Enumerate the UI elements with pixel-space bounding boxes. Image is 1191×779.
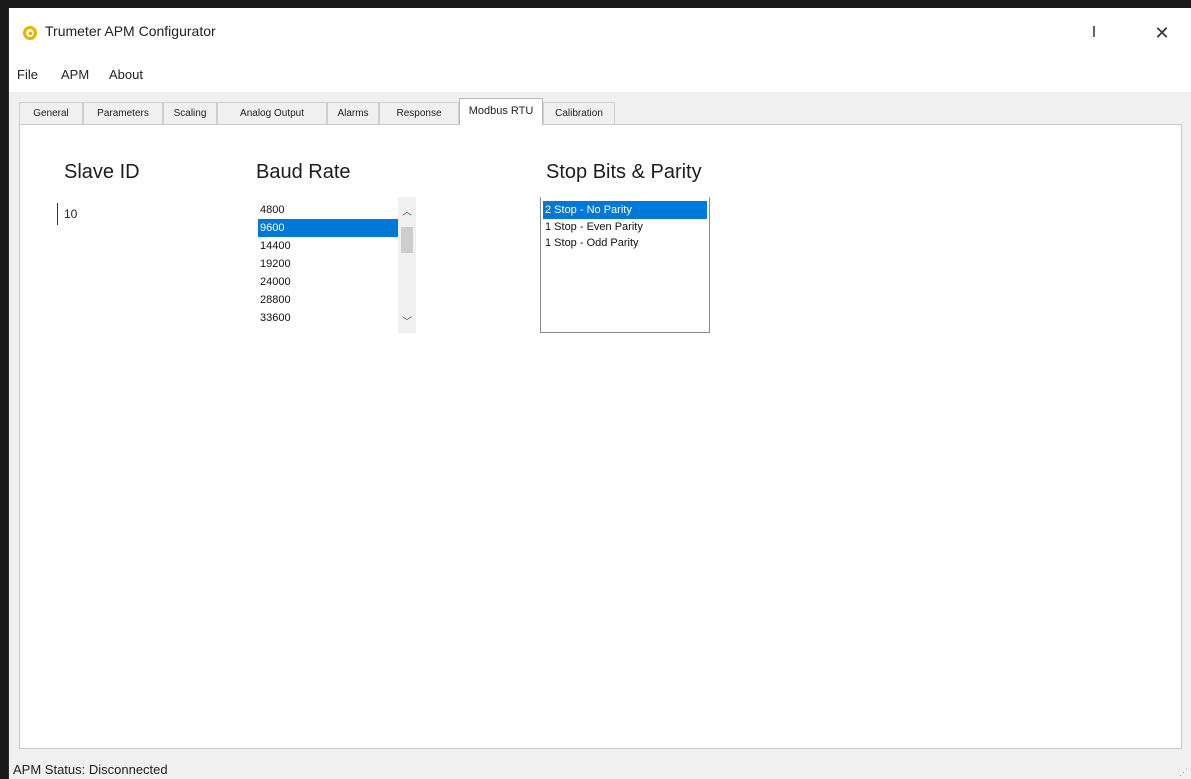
title-bar: Trumeter APM Configurator I ✕ bbox=[9, 8, 1191, 58]
list-item[interactable]: 33600 bbox=[258, 309, 408, 327]
menu-about[interactable]: About bbox=[109, 67, 143, 82]
tab-scaling[interactable]: Scaling bbox=[163, 102, 217, 124]
slave-id-input[interactable]: 10 bbox=[57, 203, 117, 225]
window-title: Trumeter APM Configurator bbox=[45, 23, 216, 39]
status-bar: APM Status: Disconnected ⋰ bbox=[9, 753, 1191, 779]
chevron-up-icon[interactable]: ︿ bbox=[398, 203, 416, 218]
baud-rate-scrollbar[interactable]: ︿ ﹀ bbox=[398, 197, 416, 333]
list-item[interactable]: 19200 bbox=[258, 255, 408, 273]
list-item[interactable]: 1 Stop - Odd Parity bbox=[543, 234, 707, 252]
app-logo-icon bbox=[23, 26, 37, 40]
tab-parameters[interactable]: Parameters bbox=[83, 102, 163, 124]
list-item[interactable]: 28800 bbox=[258, 291, 408, 309]
list-item[interactable]: 14400 bbox=[258, 237, 408, 255]
tab-response[interactable]: Response bbox=[379, 102, 459, 124]
menu-bar: File APM About bbox=[9, 58, 1191, 92]
scroll-thumb[interactable] bbox=[401, 227, 413, 253]
app-window: Trumeter APM Configurator I ✕ File APM A… bbox=[8, 8, 1191, 779]
tab-calibration[interactable]: Calibration bbox=[543, 102, 615, 124]
connection-status: APM Status: Disconnected bbox=[13, 762, 168, 777]
list-item-selected[interactable]: 9600 bbox=[258, 219, 408, 237]
stop-bits-parity-list[interactable]: 2 Stop - No Parity 1 Stop - Even Parity … bbox=[540, 197, 710, 333]
list-item[interactable]: 24000 bbox=[258, 273, 408, 291]
slave-id-heading: Slave ID bbox=[64, 161, 140, 183]
modbus-rtu-panel: Slave ID 10 Baud Rate 4800 9600 14400 19… bbox=[19, 124, 1182, 749]
tab-modbus-rtu[interactable]: Modbus RTU bbox=[459, 98, 543, 125]
chevron-down-icon[interactable]: ﹀ bbox=[398, 313, 416, 328]
list-item[interactable]: 4800 bbox=[258, 201, 408, 219]
menu-apm[interactable]: APM bbox=[61, 67, 89, 82]
tab-analog-output[interactable]: Analog Output bbox=[217, 102, 327, 124]
tab-general[interactable]: General bbox=[19, 102, 83, 124]
resize-grip-icon[interactable]: ⋰ bbox=[1179, 767, 1188, 778]
tab-strip: General Parameters Scaling Analog Output… bbox=[19, 98, 1179, 125]
menu-file[interactable]: File bbox=[17, 67, 38, 82]
close-button[interactable]: ✕ bbox=[1139, 16, 1185, 50]
minimize-button[interactable]: I bbox=[1071, 16, 1117, 50]
tab-alarms[interactable]: Alarms bbox=[327, 102, 379, 124]
baud-rate-heading: Baud Rate bbox=[256, 161, 351, 183]
stop-bits-parity-heading: Stop Bits & Parity bbox=[546, 161, 702, 183]
baud-rate-list[interactable]: 4800 9600 14400 19200 24000 28800 33600 bbox=[256, 197, 416, 333]
list-item-selected[interactable]: 2 Stop - No Parity bbox=[543, 201, 707, 219]
